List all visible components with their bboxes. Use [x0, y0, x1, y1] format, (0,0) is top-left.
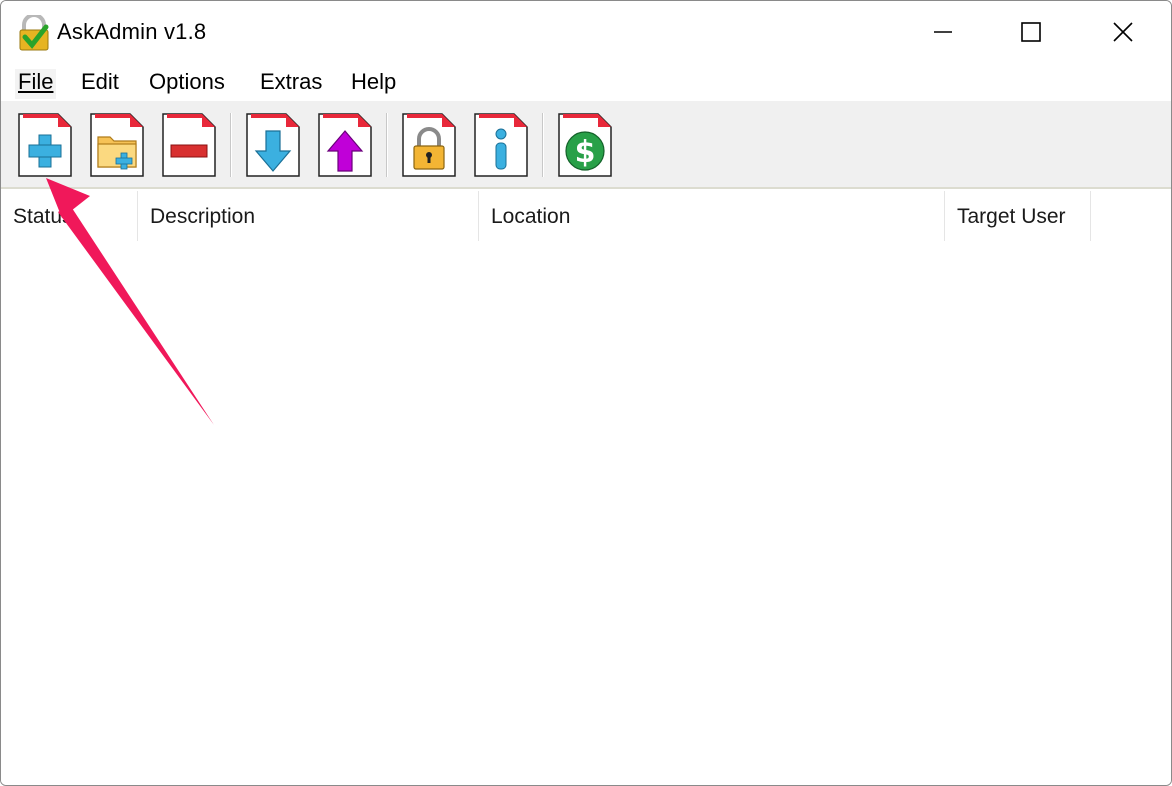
menu-options[interactable]: Options [149, 69, 225, 99]
minimize-button[interactable] [898, 1, 988, 63]
column-header-location[interactable]: Location [479, 191, 945, 241]
menu-extras[interactable]: Extras [260, 69, 322, 99]
askadmin-window: AskAdmin v1.8 File Edit Options Extras H… [0, 0, 1172, 786]
app-lock-check-icon [19, 15, 49, 51]
minimize-icon [934, 31, 952, 33]
column-header-status[interactable]: Status [1, 191, 138, 241]
menu-bar: File Edit Options Extras Help [1, 63, 1171, 101]
menu-help[interactable]: Help [351, 69, 396, 99]
lock-button[interactable] [402, 113, 456, 177]
entries-list[interactable]: Status Description Location Target User [1, 191, 1171, 785]
close-icon [1113, 22, 1133, 42]
column-header-description[interactable]: Description [138, 191, 479, 241]
folder-plus-icon [97, 136, 137, 170]
add-folder-button[interactable] [90, 113, 144, 177]
maximize-icon [1021, 22, 1041, 42]
title-bar: AskAdmin v1.8 [1, 1, 1171, 63]
remove-button[interactable] [162, 113, 216, 177]
menu-edit-label: Edit [81, 69, 119, 94]
menu-file[interactable]: File [15, 69, 57, 99]
menu-help-label: Help [351, 69, 397, 94]
toolbar: $ [1, 101, 1171, 189]
menu-extras-label: Extras [260, 69, 323, 94]
donate-button[interactable]: $ [558, 113, 612, 177]
add-file-button[interactable] [18, 113, 72, 177]
dollar-icon: $ [565, 131, 605, 171]
maximize-button[interactable] [986, 1, 1076, 63]
window-title: AskAdmin v1.8 [57, 19, 207, 44]
move-up-button[interactable] [318, 113, 372, 177]
menu-edit[interactable]: Edit [81, 69, 119, 99]
svg-text:$: $ [575, 135, 596, 170]
move-down-button[interactable] [246, 113, 300, 177]
menu-file-label: File [18, 69, 54, 94]
minus-icon [170, 144, 208, 158]
close-button[interactable] [1078, 1, 1168, 63]
toolbar-separator [542, 113, 544, 177]
toolbar-separator [386, 113, 388, 177]
menu-options-label: Options [149, 69, 225, 94]
column-header-target-user[interactable]: Target User [945, 191, 1091, 241]
info-icon [495, 128, 507, 170]
info-button[interactable] [474, 113, 528, 177]
toolbar-separator [230, 113, 232, 177]
